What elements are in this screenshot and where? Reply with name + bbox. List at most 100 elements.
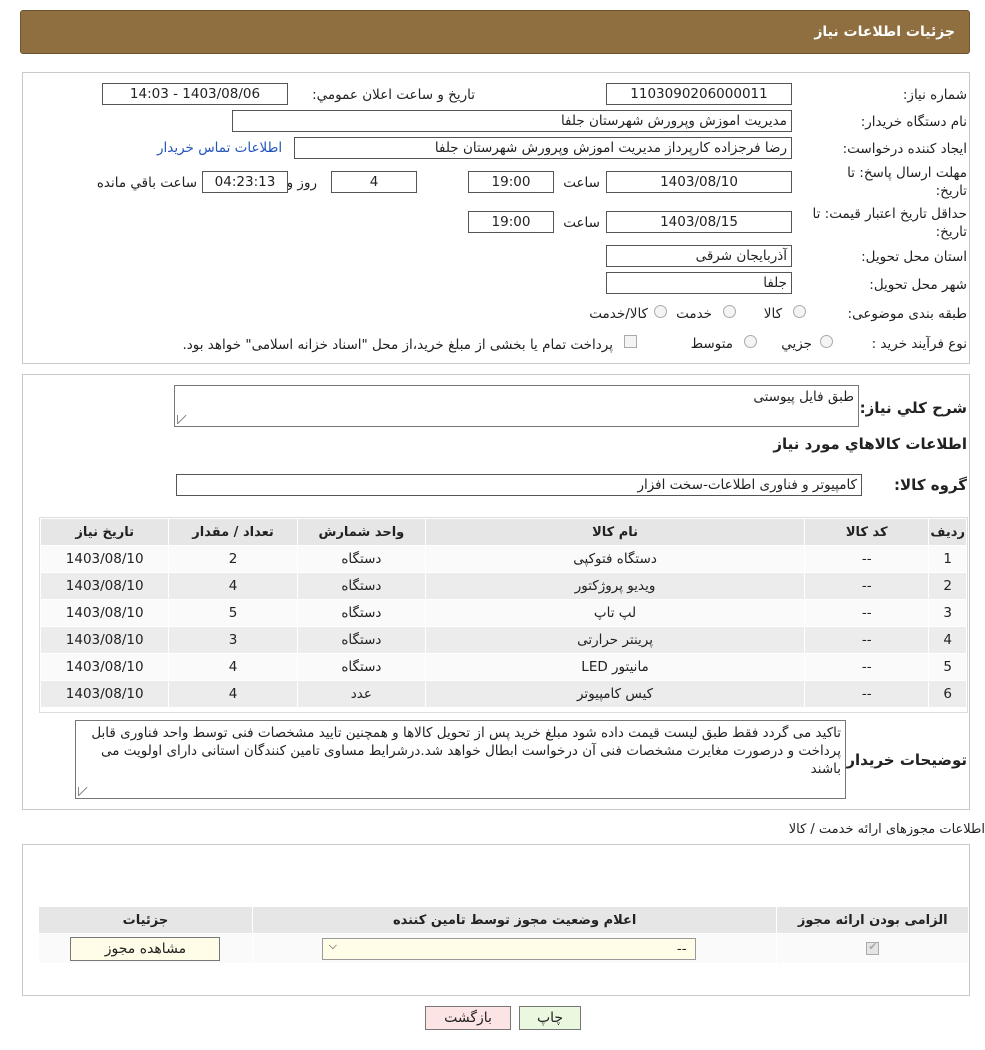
process-option-medium: متوسط	[690, 336, 733, 352]
permit-required-cell: ✔	[776, 933, 969, 964]
need-description-box: طبق فایل پیوستی	[174, 385, 859, 427]
validity-time-field: 19:00	[468, 211, 554, 233]
validity-time-label: ساعت	[563, 215, 600, 231]
cell-row-number: 6	[928, 680, 967, 708]
cell-unit: دستگاه	[296, 545, 427, 573]
cell-row-number: 4	[928, 626, 967, 654]
validity-label: حداقل تاریخ اعتبار قیمت: تا	[812, 206, 967, 222]
table-row: 3 -- لپ تاپ دستگاه 5 1403/08/10	[39, 599, 967, 627]
province-field: آذربایجان شرقی	[606, 245, 792, 267]
validity-date-field: 1403/08/15	[606, 211, 792, 233]
cell-need-date: 1403/08/10	[39, 653, 170, 681]
category-radio-service[interactable]	[723, 305, 736, 318]
deadline-time-label: ساعت	[563, 175, 600, 191]
col-permit-details: جزئیات	[38, 906, 253, 934]
cell-row-number: 5	[928, 653, 967, 681]
announce-datetime-label: تاریخ و ساعت اعلان عمومي:	[312, 87, 475, 103]
process-type-label: نوع فرآیند خرید :	[871, 336, 967, 352]
cell-goods-code: --	[804, 626, 930, 654]
category-radio-goods-service[interactable]	[654, 305, 667, 318]
print-button[interactable]: چاپ	[519, 1006, 581, 1030]
cell-quantity: 3	[168, 626, 298, 654]
page-title: جزئیات اطلاعات نیاز	[814, 24, 955, 40]
payment-note: پرداخت تمام یا بخشی از مبلغ خرید،از محل …	[182, 337, 613, 353]
chevron-down-icon: ⌵	[328, 938, 337, 952]
view-permit-button[interactable]: مشاهده مجوز	[70, 936, 221, 961]
need-number-label: شماره نیاز:	[902, 87, 967, 103]
cell-unit: دستگاه	[296, 653, 427, 681]
cell-goods-code: --	[804, 545, 930, 573]
city-label: شهر محل تحویل:	[869, 277, 967, 293]
cell-goods-code: --	[804, 599, 930, 627]
cell-goods-name: پرینتر حرارتی	[425, 626, 806, 654]
cell-goods-code: --	[804, 653, 930, 681]
table-row: 6 -- کیس کامپیوتر عدد 4 1403/08/10	[39, 680, 967, 708]
creator-field: رضا فرجزاده کارپرداز مدیریت اموزش وپرورش…	[294, 137, 792, 159]
table-row: ✔ -- ⌵ مشاهده مجوز	[38, 933, 969, 964]
cell-unit: دستگاه	[296, 626, 427, 654]
process-radio-medium[interactable]	[744, 335, 757, 348]
check-icon: ✔	[868, 940, 878, 953]
category-label: طبقه بندی موضوعی:	[847, 306, 967, 322]
cell-need-date: 1403/08/10	[39, 572, 170, 600]
category-option-goods-service: کالا/خدمت	[589, 306, 648, 322]
cell-goods-name: دستگاه فتوکپی	[425, 545, 806, 573]
goods-group-field: کامپیوتر و فناوری اطلاعات-سخت افزار	[176, 474, 862, 496]
cell-goods-name: کیس کامپیوتر	[425, 680, 806, 708]
city-field: جلفا	[606, 272, 792, 294]
resize-handle-icon[interactable]	[78, 787, 87, 796]
process-radio-small[interactable]	[820, 335, 833, 348]
days-label: روز و	[286, 175, 317, 191]
cell-need-date: 1403/08/10	[39, 545, 170, 573]
cell-quantity: 2	[168, 545, 298, 573]
resize-handle-icon[interactable]	[177, 415, 186, 424]
cell-row-number: 2	[928, 572, 967, 600]
creator-label: ایجاد کننده درخواست:	[842, 141, 967, 157]
goods-info-heading: اطلاعات کالاهاي مورد نیاز	[773, 435, 967, 453]
validity-label-date: تاریخ:	[935, 224, 967, 240]
payment-checkbox[interactable]	[624, 335, 637, 348]
cell-goods-name: مانیتور LED	[425, 653, 806, 681]
time-remaining-label: ساعت باقي مانده	[96, 175, 197, 191]
time-remaining-field: 04:23:13	[202, 171, 288, 193]
permit-details-cell: مشاهده مجوز	[38, 933, 253, 964]
buyer-notes-label: توضیحات خریدار:	[840, 751, 967, 769]
cell-quantity: 4	[168, 653, 298, 681]
permits-table: الزامی بودن ارائه مجوز اعلام وضعیت مجوز …	[38, 906, 969, 964]
deadline-time-field: 19:00	[468, 171, 554, 193]
permit-status-cell: -- ⌵	[251, 933, 778, 964]
buyer-org-label: نام دستگاه خریدار:	[860, 114, 967, 130]
goods-table: ردیف کد کالا نام کالا واحد شمارش تعداد /…	[39, 518, 967, 708]
category-option-service: خدمت	[676, 306, 712, 322]
cell-need-date: 1403/08/10	[39, 680, 170, 708]
col-permit-required: الزامی بودن ارائه مجوز	[776, 906, 969, 934]
permit-status-value: --	[676, 940, 687, 957]
col-goods-code: کد کالا	[804, 518, 930, 546]
cell-goods-code: --	[804, 680, 930, 708]
buyer-contact-link[interactable]: اطلاعات تماس خریدار	[157, 140, 282, 156]
need-number-field: 1103090206000011	[606, 83, 792, 105]
buyer-notes-box: تاکید می گردد فقط طبق لیست قیمت داده شود…	[75, 720, 846, 799]
table-row: 2 -- ویدیو پروژکتور دستگاه 4 1403/08/10	[39, 572, 967, 600]
cell-unit: عدد	[296, 680, 427, 708]
deadline-date-field: 1403/08/10	[606, 171, 792, 193]
cell-need-date: 1403/08/10	[39, 626, 170, 654]
process-option-small: جزیي	[781, 336, 812, 352]
buyer-org-field: مدیریت اموزش وپرورش شهرستان جلفا	[232, 110, 792, 132]
col-need-date: تاریخ نیاز	[39, 518, 170, 546]
col-quantity: تعداد / مقدار	[168, 518, 298, 546]
deadline-label: مهلت ارسال پاسخ: تا	[847, 165, 967, 181]
announce-datetime-field: 1403/08/06 - 14:03	[102, 83, 288, 105]
col-row-number: ردیف	[928, 518, 967, 546]
category-radio-goods[interactable]	[793, 305, 806, 318]
back-button[interactable]: بازگشت	[425, 1006, 511, 1030]
table-row: 4 -- پرینتر حرارتی دستگاه 3 1403/08/10	[39, 626, 967, 654]
table-row: 1 -- دستگاه فتوکپی دستگاه 2 1403/08/10	[39, 545, 967, 573]
cell-quantity: 4	[168, 572, 298, 600]
cell-row-number: 1	[928, 545, 967, 573]
deadline-label-date: تاریخ:	[935, 183, 967, 199]
permit-status-select[interactable]: -- ⌵	[321, 937, 696, 960]
permit-required-checkbox: ✔	[866, 940, 880, 955]
cell-quantity: 4	[168, 680, 298, 708]
category-option-goods: کالا	[763, 306, 782, 322]
